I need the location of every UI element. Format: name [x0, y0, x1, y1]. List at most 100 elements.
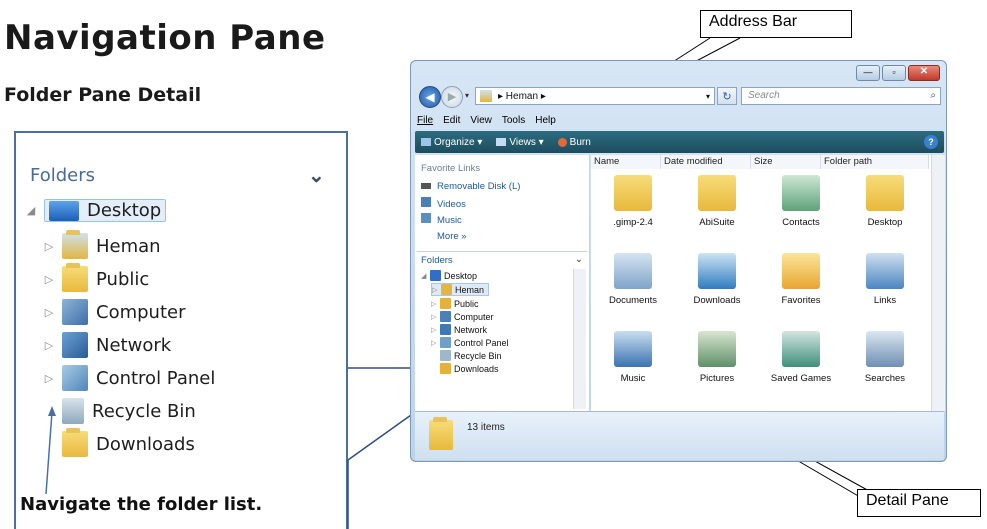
organize-icon [421, 138, 431, 146]
file-item[interactable]: Desktop [847, 175, 923, 228]
tree-scrollbar[interactable] [573, 269, 586, 409]
refresh-icon[interactable]: ↻ [717, 87, 737, 105]
favorites-folder-icon [782, 253, 820, 289]
tree-item-recycle-bin[interactable]: Recycle Bin [431, 350, 502, 361]
downloads-folder-icon [698, 253, 736, 289]
file-item-label: Saved Games [770, 373, 832, 384]
tree-item-label: Heman [455, 284, 485, 295]
organize-button[interactable]: Organize ▾ [421, 137, 482, 148]
file-item[interactable]: Searches [847, 331, 923, 384]
views-button[interactable]: Views ▾ [496, 136, 544, 148]
tree-item-label: Computer [454, 311, 494, 322]
favorite-link-removable-disk[interactable]: Removable Disk (L) [421, 181, 520, 192]
file-item[interactable]: Contacts [763, 175, 839, 228]
videos-icon [421, 197, 431, 207]
tree-item-public[interactable]: ▷ Public [431, 298, 479, 309]
desktop-icon [430, 270, 441, 281]
searches-folder-icon [866, 331, 904, 367]
tree-item-network[interactable]: ▷ Network [431, 324, 487, 335]
address-bar[interactable]: ▸ Heman ▸ ▾ [475, 87, 715, 105]
file-item-label: Links [873, 295, 897, 306]
downloads-folder-icon [440, 363, 451, 374]
recycle-bin-icon [440, 350, 451, 361]
file-item[interactable]: Pictures [679, 331, 755, 384]
file-item[interactable]: .gimp-2.4 [595, 175, 671, 228]
detail-pane-callout: Detail Pane [857, 489, 981, 517]
folders-header: Folders [421, 255, 453, 266]
folder-icon [440, 298, 451, 309]
column-name[interactable]: Name [591, 155, 661, 169]
collapsed-arrow-icon[interactable]: ▷ [431, 326, 440, 334]
views-label: Views ▾ [509, 136, 544, 148]
views-icon [496, 138, 507, 146]
menu-file[interactable]: File [417, 115, 433, 126]
burn-button[interactable]: Burn [557, 137, 591, 148]
minimize-icon[interactable]: — [856, 65, 880, 81]
file-item-label: Downloads [693, 295, 741, 306]
menu-tools[interactable]: Tools [502, 115, 525, 126]
file-item[interactable]: Links [847, 253, 923, 306]
menu-edit[interactable]: Edit [443, 115, 460, 126]
content-scrollbar[interactable] [931, 155, 945, 411]
file-item-label: AbiSuite [699, 217, 735, 228]
content-pane: Name Date modified Size Folder path .gim… [591, 155, 945, 411]
item-count: 13 items [467, 422, 505, 433]
explorer-window: — ▫ ✕ ◀ ▶ ▾ ▸ Heman ▸ ▾ ↻ Search ⌕ File … [410, 60, 947, 462]
chevron-down-icon[interactable]: ⌄ [575, 254, 583, 265]
column-date-modified[interactable]: Date modified [661, 155, 751, 169]
more-links[interactable]: More » [437, 231, 467, 242]
callout-label: Detail Pane [866, 492, 949, 509]
tree-item-desktop[interactable]: ◢ Desktop [421, 270, 477, 281]
folder-icon [614, 175, 652, 211]
tree-item-label: Downloads [454, 363, 499, 374]
file-item[interactable]: Documents [595, 253, 671, 306]
file-item-label: .gimp-2.4 [613, 217, 653, 228]
saved-games-folder-icon [782, 331, 820, 367]
file-item[interactable]: Music [595, 331, 671, 384]
expanded-arrow-icon[interactable]: ◢ [421, 272, 430, 280]
tree-item-label: Recycle Bin [454, 350, 502, 361]
file-item-label: Documents [608, 295, 658, 306]
maximize-icon[interactable]: ▫ [882, 65, 906, 81]
file-item[interactable]: AbiSuite [679, 175, 755, 228]
window-controls: — ▫ ✕ [856, 65, 940, 81]
recent-pages-icon[interactable]: ▾ [465, 91, 469, 100]
divider [417, 251, 587, 252]
collapsed-arrow-icon[interactable]: ▷ [431, 313, 440, 321]
tree-item-downloads[interactable]: Downloads [431, 363, 499, 374]
tree-item-label: Control Panel [454, 337, 509, 348]
back-arrow-icon[interactable]: ◀ [419, 86, 441, 108]
documents-folder-icon [614, 253, 652, 289]
address-path: ▸ Heman ▸ [498, 90, 546, 102]
file-item[interactable]: Downloads [679, 253, 755, 306]
help-icon[interactable]: ? [924, 135, 938, 149]
favorite-link-label: Videos [437, 199, 466, 210]
column-folder-path[interactable]: Folder path [821, 155, 929, 169]
menu-view[interactable]: View [470, 115, 492, 126]
forward-arrow-icon[interactable]: ▶ [441, 86, 463, 108]
callout-label: Address Bar [709, 13, 798, 30]
favorite-link-music[interactable]: Music [421, 213, 462, 226]
collapsed-arrow-icon[interactable]: ▷ [431, 300, 440, 308]
tree-item-computer[interactable]: ▷ Computer [431, 311, 494, 322]
address-dropdown-icon[interactable]: ▾ [706, 92, 710, 101]
music-icon [421, 213, 431, 223]
collapsed-arrow-icon[interactable]: ▷ [431, 339, 440, 347]
tree-item-control-panel[interactable]: ▷ Control Panel [431, 337, 509, 348]
file-item[interactable]: Favorites [763, 253, 839, 306]
menu-help[interactable]: Help [535, 115, 556, 126]
tree-item-label: Desktop [444, 270, 478, 281]
arrow-line [45, 411, 53, 495]
column-size[interactable]: Size [751, 155, 821, 169]
navigation-pane: Favorite Links Removable Disk (L) Videos… [415, 155, 590, 411]
collapsed-arrow-icon[interactable]: ▷ [432, 286, 441, 294]
file-item-label: Desktop [867, 217, 903, 228]
favorite-link-videos[interactable]: Videos [421, 197, 466, 210]
file-item[interactable]: Saved Games [763, 331, 839, 384]
close-icon[interactable]: ✕ [908, 65, 940, 81]
links-folder-icon [866, 253, 904, 289]
burn-icon [557, 137, 567, 147]
search-input[interactable]: Search ⌕ [741, 87, 941, 105]
tree-item-heman[interactable]: ▷ Heman [431, 283, 490, 296]
search-icon[interactable]: ⌕ [930, 88, 936, 104]
